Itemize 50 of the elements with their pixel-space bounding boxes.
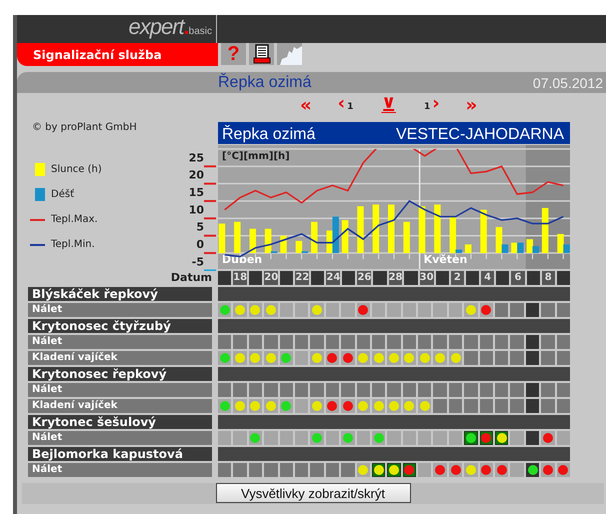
date-cell: 26 — [357, 271, 372, 285]
module-tab[interactable]: Signalizační služba — [17, 43, 218, 66]
row-label: Kladení vajíček — [28, 351, 212, 365]
legend-label: Tepl.Max. — [51, 214, 98, 225]
today-nav-button[interactable]: ⊻ — [381, 96, 396, 116]
axis-tick-label: 10 — [188, 203, 204, 216]
page-title: Řepka ozimá — [218, 74, 312, 92]
date-row-label: Datum — [170, 271, 212, 285]
row-label: Kladení vajíček — [28, 399, 212, 413]
row-label: Nálet — [28, 303, 212, 317]
date-cell: 6 — [511, 271, 525, 285]
date-cell: 30 — [420, 271, 434, 285]
axis-unit-label: [°C][mm][h] — [222, 151, 290, 162]
chart-title: Řepka ozimá — [222, 126, 316, 143]
first-nav-button[interactable]: « — [300, 96, 312, 116]
copyright-text: © by proPlant GmbH — [32, 122, 137, 133]
pest-header: Blýskáček řepkový — [28, 287, 212, 301]
date-cell: 2 — [450, 271, 464, 285]
row-label: Nálet — [28, 335, 212, 349]
date-cell: 28 — [388, 271, 402, 285]
axis-tick-label: -5 — [192, 255, 204, 268]
date-cell: 4 — [481, 271, 494, 285]
axis-tick-label: 15 — [188, 186, 204, 200]
row-label: Nálet — [28, 431, 212, 445]
date-cell: 20 — [264, 271, 278, 285]
axis-tick-label: 5 — [196, 220, 204, 234]
next-nav-button[interactable]: 1› — [422, 94, 440, 117]
date-cell: 18 — [233, 271, 248, 285]
logo: expert basic — [128, 14, 212, 41]
date-cell: 24 — [326, 271, 340, 285]
last-nav-button[interactable]: » — [466, 96, 478, 116]
prev-nav-button[interactable]: ‹1 — [338, 94, 356, 117]
legend-toggle-button[interactable]: Vysvětlivky zobrazit/skrýt — [216, 483, 410, 503]
axis-tick-label: 25 — [188, 151, 204, 164]
row-label: Nálet — [28, 463, 212, 477]
legend-label: Tepl.Min. — [51, 239, 95, 250]
pest-header: Krytonec šešulový — [28, 415, 212, 429]
date-cell: 8 — [542, 271, 555, 285]
date-cell: 22 — [295, 271, 310, 285]
legend-label: Déšť — [51, 189, 74, 200]
pest-header: Bejlomorka kapustová — [28, 447, 212, 461]
legend-label: Slunce (h) — [51, 164, 102, 175]
month-label: Květen — [424, 253, 468, 266]
axis-tick-label: 20 — [188, 168, 204, 182]
current-date: 07.05.2012 — [532, 74, 603, 90]
pest-header: Krytonosec řepkový — [28, 367, 212, 381]
station-name: VESTEC-JAHODARNA — [396, 126, 564, 143]
axis-tick-label: 0 — [196, 238, 204, 252]
row-label: Nálet — [28, 383, 212, 397]
pest-header: Krytonosec čtyřzubý — [28, 319, 212, 333]
